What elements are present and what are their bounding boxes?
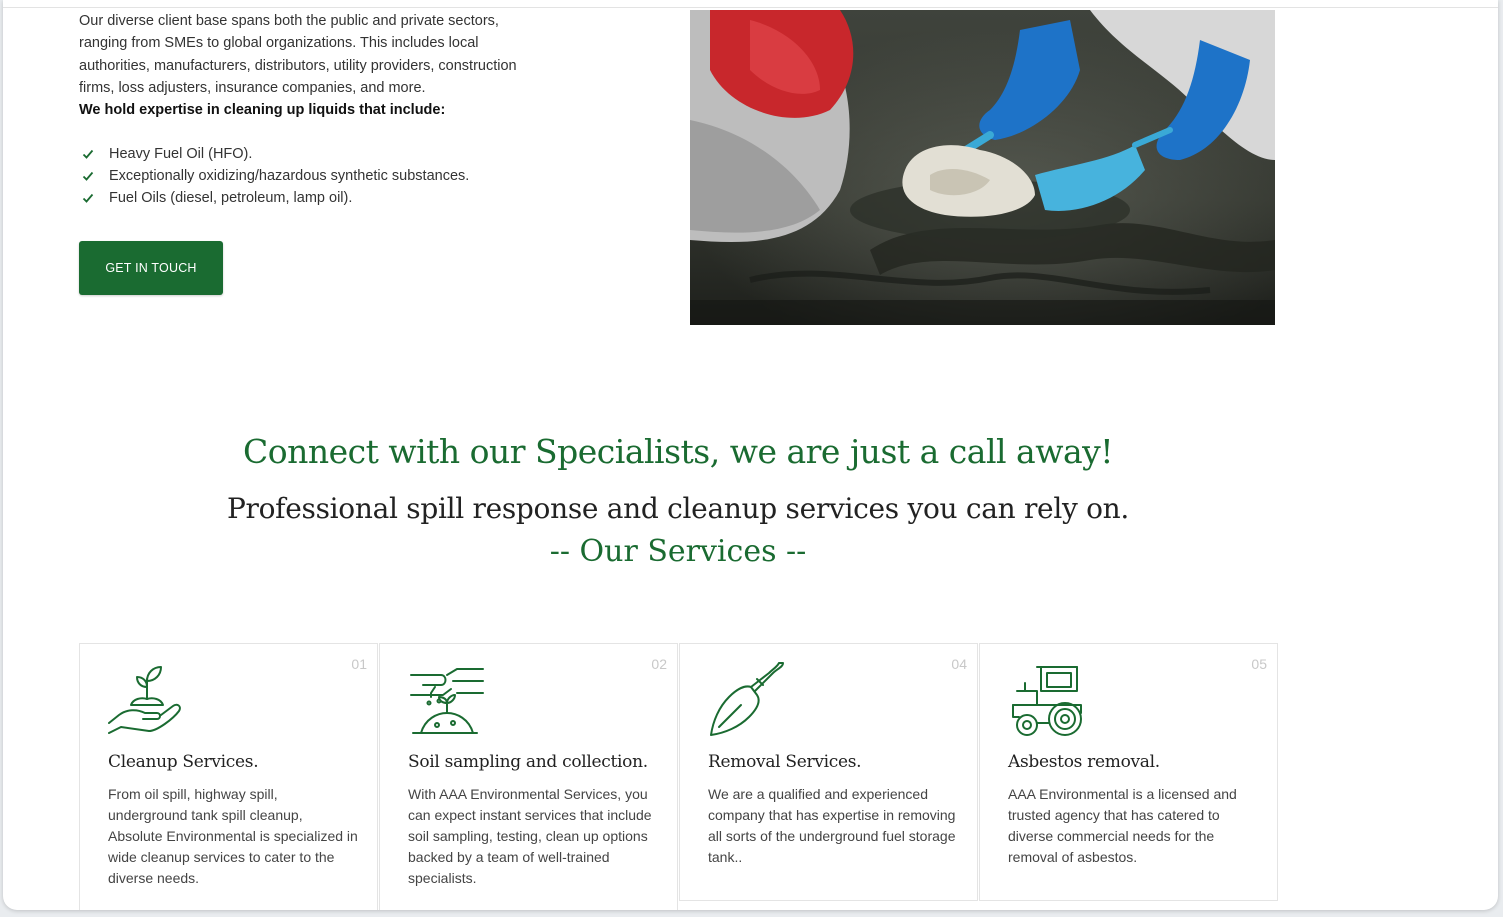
check-icon xyxy=(81,147,95,161)
service-title: Removal Services. xyxy=(708,752,862,772)
service-card[interactable]: 05 Asbestos removal. AAA Environmental i… xyxy=(979,643,1278,901)
service-title: Asbestos removal. xyxy=(1008,752,1160,772)
list-item-label: Exceptionally oxidizing/hazardous synthe… xyxy=(109,168,470,184)
service-title: Cleanup Services. xyxy=(108,752,259,772)
intro-line: authorities, manufacturers, distributors… xyxy=(79,57,517,74)
check-icon xyxy=(81,169,95,183)
intro-line: firms, loss adjusters, insurance compani… xyxy=(79,79,426,96)
list-item: Fuel Oils (diesel, petroleum, lamp oil). xyxy=(81,187,469,209)
list-item: Exceptionally oxidizing/hazardous synthe… xyxy=(81,165,469,187)
service-number: 05 xyxy=(1251,656,1267,672)
tractor-icon xyxy=(1007,661,1085,739)
connect-heading: Connect with our Specialists, we are jus… xyxy=(242,432,1114,471)
list-item-label: Fuel Oils (diesel, petroleum, lamp oil). xyxy=(109,190,353,206)
intro-line: Our diverse client base spans both the p… xyxy=(79,13,499,29)
page: Our diverse client base spans both the p… xyxy=(3,0,1498,910)
check-icon xyxy=(81,191,95,205)
expertise-heading: We hold expertise in cleaning up liquids… xyxy=(79,102,446,119)
services-grid: 01 Cleanup Services. From oil spill, hig… xyxy=(79,643,1279,910)
service-number: 04 xyxy=(951,656,967,672)
service-description: AAA Environmental is a licensed and trus… xyxy=(1008,786,1237,865)
service-description: We are a qualified and experienced compa… xyxy=(708,786,956,865)
spill-cleanup-photo xyxy=(690,10,1275,325)
our-services-heading: -- Our Services -- xyxy=(549,534,807,569)
intro-text: Our diverse client base spans both the p… xyxy=(79,10,579,121)
liquids-checklist: Heavy Fuel Oil (HFO). Exceptionally oxid… xyxy=(81,143,469,209)
service-card[interactable]: 04 Removal Services. We are a qualified … xyxy=(679,643,978,901)
get-in-touch-button[interactable]: GET IN TOUCH xyxy=(79,241,223,295)
top-divider xyxy=(3,7,1498,8)
list-item: Heavy Fuel Oil (HFO). xyxy=(81,143,469,165)
soil-sampling-icon xyxy=(407,661,485,739)
intro-line: ranging from SMEs to global organization… xyxy=(79,35,479,52)
service-number: 02 xyxy=(651,656,667,672)
section-subtitle: Professional spill response and cleanup … xyxy=(227,492,1129,525)
list-item-label: Heavy Fuel Oil (HFO). xyxy=(109,146,253,162)
service-title: Soil sampling and collection. xyxy=(408,752,648,772)
service-description: From oil spill, highway spill, undergrou… xyxy=(108,786,358,886)
service-number: 01 xyxy=(351,656,367,672)
service-card[interactable]: 01 Cleanup Services. From oil spill, hig… xyxy=(79,643,378,910)
service-card[interactable]: 02 Soil sampling and collection. With AA… xyxy=(379,643,678,910)
service-description: With AAA Environmental Services, you can… xyxy=(408,786,652,886)
hand-sprout-icon xyxy=(107,661,185,739)
trowel-icon xyxy=(707,661,785,739)
